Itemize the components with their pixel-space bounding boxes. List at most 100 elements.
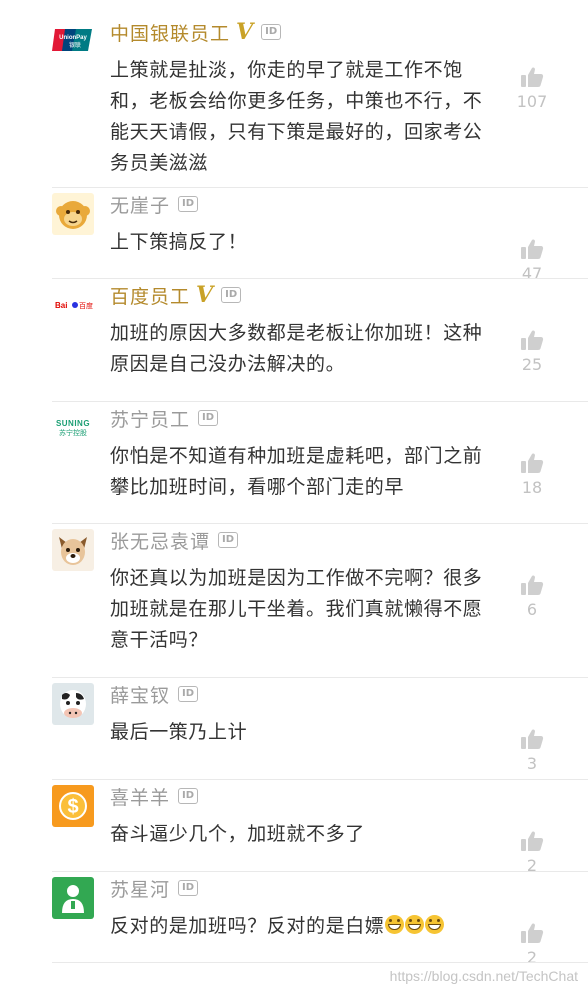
avatar[interactable] bbox=[52, 529, 94, 571]
comment-header: 苏宁员工 ID bbox=[110, 404, 219, 432]
verified-v-icon: V bbox=[196, 282, 214, 308]
comment-text: 你怕是不知道有种加班是虚耗吧，部门之前 攀比加班时间，看哪个部门走的早 bbox=[110, 441, 512, 503]
like-count: 2 bbox=[526, 948, 538, 967]
thumbs-up-icon bbox=[521, 239, 544, 259]
username[interactable]: 薛宝钗 bbox=[110, 681, 170, 708]
username[interactable]: 喜羊羊 bbox=[110, 783, 170, 810]
like-count: 25 bbox=[521, 355, 543, 374]
divider bbox=[52, 871, 588, 872]
like-button[interactable]: 2 bbox=[515, 922, 549, 967]
avatar[interactable]: UnionPay 银联 bbox=[52, 21, 94, 63]
like-button[interactable]: 2 bbox=[515, 830, 549, 875]
comment-text-line: 最后一策乃上计 bbox=[110, 721, 248, 743]
comment-text: 上策就是扯淡，你走的早了就是工作不饱 和，老板会给你更多任务，中策也不行，不 能天天… bbox=[110, 55, 512, 179]
grinning-face-icon bbox=[425, 915, 445, 934]
id-badge: ID bbox=[221, 287, 242, 303]
verified-v-icon: V bbox=[236, 19, 254, 45]
comment-text: 反对的是加班吗？反对的是白嫖 bbox=[110, 911, 512, 942]
like-count: 47 bbox=[521, 264, 543, 283]
like-count: 2 bbox=[526, 856, 538, 875]
avatar[interactable]: SUNING 苏宁控股 bbox=[52, 407, 94, 449]
comment-header: 百度员工 V ID bbox=[110, 281, 242, 309]
comment-text-line: 奋斗逼少几个，加班就不多了 bbox=[110, 823, 365, 845]
id-badge: ID bbox=[261, 24, 282, 40]
comment-text: 你还真以为加班是因为工作做不完啊？很多 加班就是在那儿干坐着。我们真就懒得不愿 意干… bbox=[110, 563, 512, 656]
thumbs-up-icon bbox=[521, 453, 544, 473]
comment-text-line: 攀比加班时间，看哪个部门走的早 bbox=[110, 476, 405, 498]
thumbs-up-icon bbox=[521, 831, 544, 851]
comment-header: 薛宝钗 ID bbox=[110, 680, 199, 708]
comment-text: 加班的原因大多数都是老板让你加班！这种 原因是自己没办法解决的。 bbox=[110, 318, 512, 380]
svg-text:百度: 百度 bbox=[79, 301, 93, 310]
id-badge: ID bbox=[178, 686, 199, 702]
id-badge: ID bbox=[178, 196, 199, 212]
avatar[interactable] bbox=[52, 193, 94, 235]
username[interactable]: 苏星河 bbox=[110, 875, 170, 902]
id-badge: ID bbox=[178, 880, 199, 896]
monkey-icon bbox=[52, 193, 94, 235]
like-button[interactable]: 18 bbox=[515, 452, 549, 497]
thumbs-up-icon bbox=[521, 729, 544, 749]
comment-text: 最后一策乃上计 bbox=[110, 717, 512, 748]
person-icon bbox=[52, 877, 94, 919]
like-button[interactable]: 6 bbox=[515, 574, 549, 619]
username[interactable]: 张无忌袁谭 bbox=[110, 527, 210, 554]
like-count: 107 bbox=[516, 92, 548, 111]
avatar[interactable]: $ bbox=[52, 785, 94, 827]
username[interactable]: 无崖子 bbox=[110, 191, 170, 218]
comment-text: 上下策搞反了！ bbox=[110, 227, 512, 258]
comment-text-line: 意干活吗？ bbox=[110, 629, 209, 651]
comment-text-line: 加班的原因大多数都是老板让你加班！这种 bbox=[110, 322, 483, 344]
comment-text-line: 原因是自己没办法解决的。 bbox=[110, 353, 346, 375]
username[interactable]: 中国银联员工 bbox=[110, 19, 230, 46]
id-badge: ID bbox=[198, 410, 219, 426]
thumbs-up-icon bbox=[521, 67, 544, 87]
avatar[interactable] bbox=[52, 877, 94, 919]
avatar[interactable]: Bai 百度 bbox=[52, 284, 94, 326]
username[interactable]: 百度员工 bbox=[110, 282, 190, 309]
unionpay-logo-icon: UnionPay 银联 bbox=[52, 21, 94, 63]
comment-text-line: 反对的是加班吗？反对的是白嫖 bbox=[110, 911, 512, 942]
comment-text-line: 和，老板会给你更多任务，中策也不行，不 bbox=[110, 90, 483, 112]
comment-header: 苏星河 ID bbox=[110, 874, 199, 902]
like-button[interactable]: 3 bbox=[515, 728, 549, 773]
divider bbox=[52, 401, 588, 402]
svg-text:银联: 银联 bbox=[69, 41, 81, 49]
svg-text:UnionPay: UnionPay bbox=[59, 35, 87, 41]
comment-text-line: 上下策搞反了！ bbox=[110, 231, 248, 253]
cow-icon bbox=[52, 683, 94, 725]
thumbs-up-icon bbox=[521, 330, 544, 350]
comment-text-line: 你还真以为加班是因为工作做不完啊？很多 bbox=[110, 567, 483, 589]
grinning-face-icon bbox=[385, 915, 405, 934]
svg-text:Bai: Bai bbox=[55, 301, 67, 310]
watermark: https://blog.csdn.net/TechChat bbox=[389, 968, 578, 984]
like-button[interactable]: 47 bbox=[515, 238, 549, 283]
comment-header: 中国银联员工 V ID bbox=[110, 18, 282, 46]
username[interactable]: 苏宁员工 bbox=[110, 405, 190, 432]
divider bbox=[52, 523, 588, 524]
baidu-logo-icon: Bai 百度 bbox=[52, 284, 94, 326]
divider bbox=[52, 278, 588, 279]
id-badge: ID bbox=[178, 788, 199, 804]
like-button[interactable]: 107 bbox=[515, 66, 549, 111]
divider bbox=[52, 779, 588, 780]
svg-text:$: $ bbox=[67, 796, 78, 818]
like-button[interactable]: 25 bbox=[515, 329, 549, 374]
divider bbox=[52, 962, 588, 963]
like-count: 6 bbox=[526, 600, 538, 619]
divider bbox=[52, 187, 588, 188]
avatar[interactable] bbox=[52, 683, 94, 725]
thumbs-up-icon bbox=[521, 923, 544, 943]
dollar-coin-icon: $ bbox=[52, 785, 94, 827]
comment-header: 喜羊羊 ID bbox=[110, 782, 199, 810]
suning-logo-icon: SUNING 苏宁控股 bbox=[52, 407, 94, 449]
comment-text-line: 能天天请假，只有下策是最好的，回家考公 bbox=[110, 121, 483, 143]
comment-header: 张无忌袁谭 ID bbox=[110, 526, 239, 554]
comment-text-line: 你怕是不知道有种加班是虚耗吧，部门之前 bbox=[110, 445, 483, 467]
grinning-face-icon bbox=[405, 915, 425, 934]
comment-text-line: 加班就是在那儿干坐着。我们真就懒得不愿 bbox=[110, 598, 483, 620]
comment-text-line: 上策就是扯淡，你走的早了就是工作不饱 bbox=[110, 59, 463, 81]
id-badge: ID bbox=[218, 532, 239, 548]
thumbs-up-icon bbox=[521, 575, 544, 595]
dog-icon bbox=[52, 529, 94, 571]
